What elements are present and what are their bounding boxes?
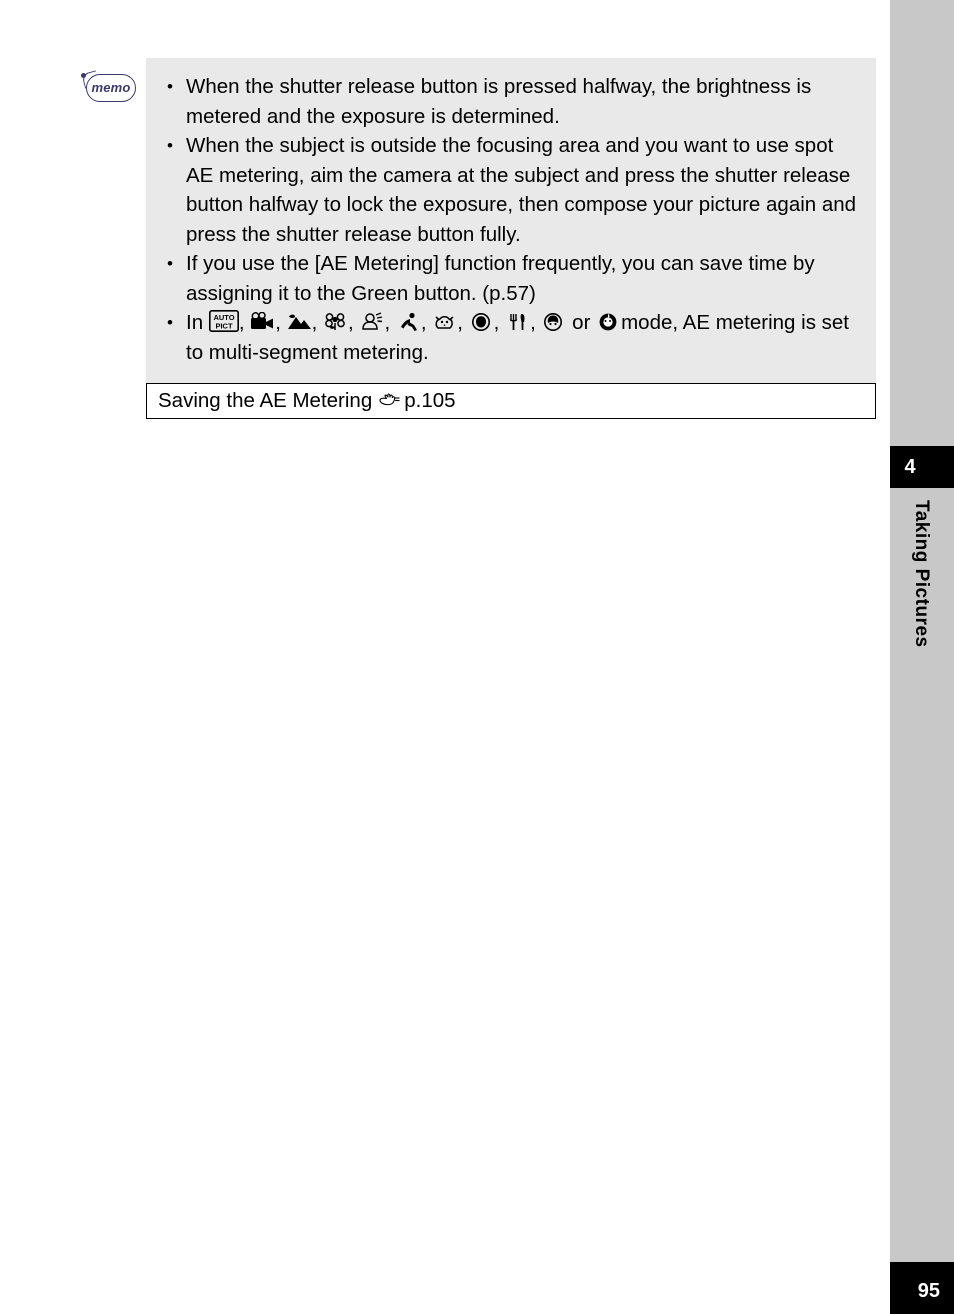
icon-separator: , — [457, 311, 463, 334]
icon-separator: , — [275, 311, 281, 334]
memo-note-block: When the shutter release button is press… — [146, 58, 876, 383]
food-mode-icon — [505, 312, 530, 332]
pointing-hand-icon — [379, 391, 401, 412]
icon-separator: , — [420, 311, 427, 334]
frame-composite-mode-icon — [596, 312, 621, 332]
kids-mode-icon — [541, 312, 566, 332]
list-item: In AUTO PICT , , — [160, 308, 862, 367]
landscape-mode-icon — [287, 312, 312, 332]
icon-separator: , — [348, 311, 354, 334]
reference-box: Saving the AE Metering p.105 — [146, 383, 876, 419]
bullet-prefix: In — [186, 311, 204, 334]
movie-mode-icon — [250, 312, 275, 332]
reference-text: Saving the AE Metering — [158, 388, 373, 412]
icon-separator: , — [238, 311, 245, 334]
memo-bubble-tail-dot — [81, 73, 86, 78]
chapter-number: 4 — [904, 456, 916, 478]
portrait-mode-icon — [469, 312, 494, 332]
list-item: When the subject is outside the focusing… — [160, 131, 862, 249]
sport-mode-icon — [396, 312, 421, 332]
side-rail — [890, 0, 954, 1314]
chapter-title: Taking Pictures — [911, 500, 932, 648]
memo-bullet-list: When the shutter release button is press… — [146, 72, 876, 367]
bullet-text: When the subject is outside the focusing… — [186, 134, 857, 246]
list-item: If you use the [AE Metering] function fr… — [160, 249, 862, 308]
list-item: When the shutter release button is press… — [160, 72, 862, 131]
bullet-text: If you use the [AE Metering] function fr… — [186, 252, 815, 305]
natural-skin-tone-mode-icon — [359, 312, 384, 332]
svg-text:PICT: PICT — [215, 322, 233, 331]
icon-separator: , — [530, 311, 536, 334]
pet-mode-icon — [432, 312, 457, 332]
auto-picture-mode-icon: AUTO PICT — [208, 310, 239, 332]
icon-separator: , — [384, 311, 391, 334]
bullet-text: When the shutter release button is press… — [186, 75, 812, 128]
memo-icon: memo — [80, 70, 136, 106]
flower-mode-icon — [323, 312, 348, 332]
reference-page-ref: p.105 — [404, 388, 456, 412]
icon-separator: , — [311, 311, 318, 334]
icon-separator: , — [493, 311, 500, 334]
page-number: 95 — [917, 1280, 940, 1302]
icon-conjunction: or — [572, 311, 591, 334]
memo-icon-label: memo — [91, 80, 131, 95]
